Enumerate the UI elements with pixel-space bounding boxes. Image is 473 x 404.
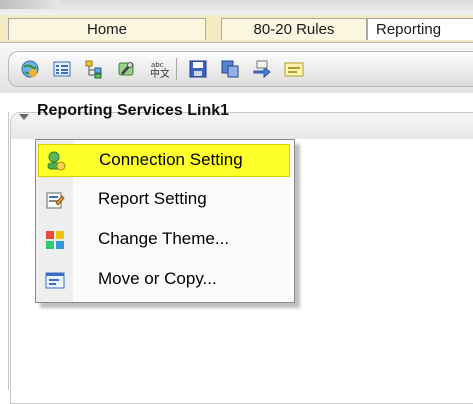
- tab-reporting[interactable]: Reporting: [367, 18, 473, 40]
- tab-home[interactable]: Home: [8, 18, 206, 40]
- panel-left-border: [8, 112, 9, 390]
- panel-title: Reporting Services Link1: [37, 104, 230, 119]
- collapse-arrow-icon[interactable]: [19, 114, 29, 120]
- connection-icon: [47, 151, 66, 171]
- menu-item-report-setting[interactable]: Report Setting: [38, 184, 290, 217]
- toolbar-group: abc 中文: [8, 51, 473, 87]
- tab-80-20-rules[interactable]: 80-20 Rules: [221, 18, 367, 40]
- menu-item-connection-setting[interactable]: Connection Setting: [38, 144, 290, 177]
- panel-header: Reporting Services Link1: [11, 104, 473, 139]
- globe-icon[interactable]: [19, 58, 41, 80]
- menu-item-label: Connection Setting: [99, 150, 243, 169]
- svg-text:中文: 中文: [150, 67, 169, 80]
- export-icon[interactable]: [251, 58, 273, 80]
- move-copy-icon: [45, 272, 65, 289]
- context-menu: Connection Setting Report Setting Change…: [35, 139, 295, 303]
- svg-text:abc: abc: [151, 61, 164, 69]
- window-top-strip: [0, 0, 473, 15]
- tree-icon[interactable]: [83, 58, 105, 80]
- tab-bar: Home 80-20 Rules Reporting: [0, 15, 473, 43]
- abc-spellcheck-icon[interactable]: abc 中文: [147, 58, 169, 80]
- toolbar: abc 中文: [0, 43, 473, 93]
- menu-item-move-or-copy[interactable]: Move or Copy...: [38, 264, 290, 297]
- list-icon[interactable]: [51, 58, 73, 80]
- menu-item-label: Change Theme...: [98, 229, 230, 248]
- theme-palette-icon: [46, 231, 64, 249]
- menu-item-label: Report Setting: [98, 189, 207, 208]
- menu-item-label: Move or Copy...: [98, 269, 217, 288]
- save-icon[interactable]: [187, 58, 209, 80]
- report-settings-icon: [46, 192, 65, 209]
- menu-item-change-theme[interactable]: Change Theme...: [38, 224, 290, 257]
- notes-icon[interactable]: [283, 58, 305, 80]
- toolbar-separator: [176, 58, 177, 80]
- copy-icon[interactable]: [219, 58, 241, 80]
- tools-icon[interactable]: [115, 58, 137, 80]
